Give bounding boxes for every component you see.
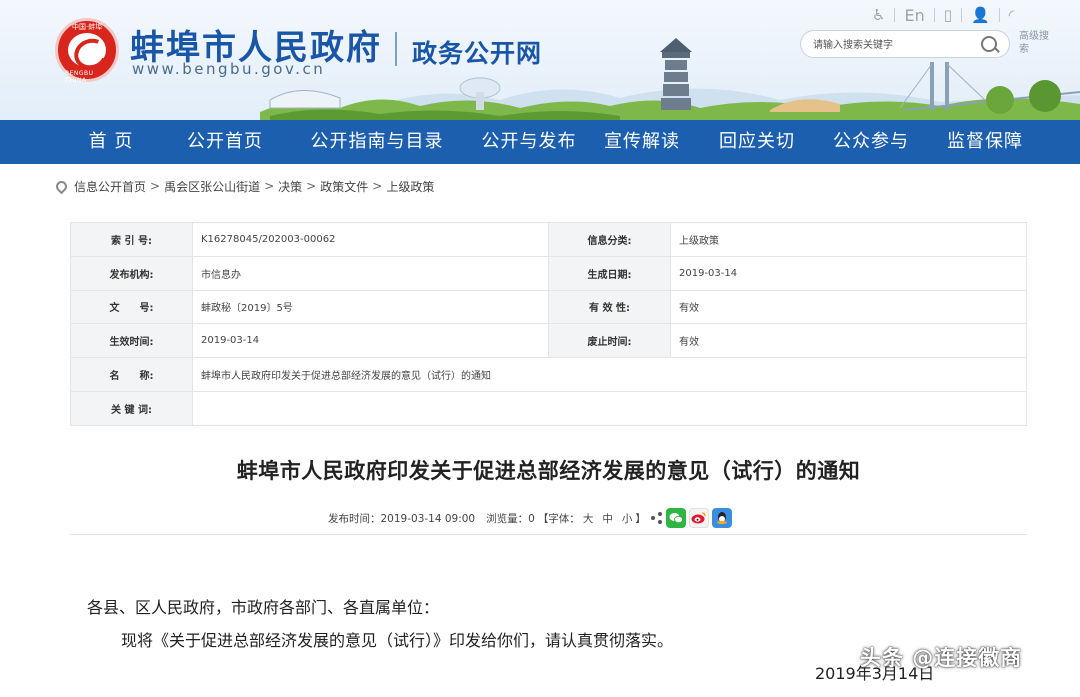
article-meta: 发布时间：2019-03-14 09:00 浏览量：0 【字体： 大 中 小 】 bbox=[328, 507, 735, 529]
article-paragraph: 现将《关于促进总部经济发展的意见（试行）》印发给你们，请认真贯彻落实。 bbox=[121, 631, 674, 650]
tool-separator bbox=[998, 8, 1000, 22]
city-logo[interactable]: 中国·蚌埠 BENGBU CHINA bbox=[55, 18, 119, 84]
table-row: 发布机构: 市信息办 生成日期: 2019-03-14 bbox=[70, 255, 1027, 291]
font-large-button[interactable]: 大 bbox=[583, 511, 594, 526]
nav-item-disclosure-home[interactable]: 公开首页 bbox=[178, 120, 272, 164]
logo-top-text: 中国·蚌埠 bbox=[72, 23, 103, 31]
article-salutation: 各县、区人民政府，市政府各部门、各直属单位： bbox=[87, 598, 440, 617]
header-tools: ♿ En ▯ 👤 ◜ bbox=[872, 4, 1014, 26]
table-row: 文 号: 蚌政秘〔2019〕5号 有 效 性: 有效 bbox=[70, 289, 1027, 325]
advanced-search-link[interactable]: 高级搜索 bbox=[1019, 30, 1049, 56]
search-icon[interactable] bbox=[981, 36, 997, 52]
nav-item-home[interactable]: 首 页 bbox=[78, 120, 144, 164]
tool-separator bbox=[933, 8, 935, 22]
view-count: 浏览量：0 bbox=[486, 512, 535, 525]
article-divider bbox=[70, 534, 1027, 535]
nav-item-interpretation[interactable]: 宣传解读 bbox=[597, 120, 687, 164]
wechat-share-icon[interactable] bbox=[665, 508, 686, 528]
tool-separator bbox=[960, 8, 962, 22]
breadcrumb-item[interactable]: 上级政策 bbox=[386, 178, 434, 195]
breadcrumb-item[interactable]: 禹会区张公山街道 bbox=[164, 178, 260, 195]
site-url: www.bengbu.gov.cn bbox=[132, 60, 326, 78]
publisher-label: 发布机构: bbox=[70, 255, 193, 291]
table-row: 索 引 号: K16278045/202003-00062 信息分类: 上级政策 bbox=[70, 222, 1027, 257]
nav-item-supervision[interactable]: 监督保障 bbox=[940, 120, 1030, 164]
logo-bottom-text: BENGBU CHINA bbox=[65, 70, 94, 84]
site-subtitle[interactable]: 政务公开网 bbox=[412, 34, 542, 70]
breadcrumb: 信息公开首页 > 禹会区张公山街道 > 决策 > 政策文件 > 上级政策 bbox=[53, 176, 434, 196]
index-label: 索 引 号: bbox=[70, 222, 193, 257]
font-size-label-end: 】 bbox=[635, 512, 646, 525]
nav-item-response[interactable]: 回应关切 bbox=[712, 120, 802, 164]
category-value: 上级政策 bbox=[670, 222, 1027, 257]
doc-name-label: 名 称: bbox=[70, 357, 193, 392]
doc-name-value: 蚌埠市人民政府印发关于促进总部经济发展的意见（试行）的通知 bbox=[192, 357, 1027, 392]
generated-date-label: 生成日期: bbox=[548, 255, 671, 291]
language-en-icon[interactable]: En bbox=[904, 5, 924, 25]
main-nav: 首 页 公开首页 公开指南与目录 公开与发布 宣传解读 回应关切 公众参与 监督… bbox=[0, 120, 1080, 164]
validity-value: 有效 bbox=[670, 289, 1027, 325]
breadcrumb-item[interactable]: 决策 bbox=[278, 178, 302, 195]
qq-share-icon[interactable] bbox=[711, 508, 732, 528]
title-divider bbox=[395, 32, 397, 66]
breadcrumb-separator: > bbox=[306, 179, 317, 193]
effective-date-label: 生效时间: bbox=[70, 323, 193, 359]
watermark: 头条 @连接徽商 bbox=[860, 646, 1023, 670]
user-icon[interactable]: 👤 bbox=[971, 5, 990, 25]
doc-number-value: 蚌政秘〔2019〕5号 bbox=[192, 289, 549, 325]
doc-number-label: 文 号: bbox=[70, 289, 193, 325]
font-size-label: 【字体： bbox=[537, 512, 580, 525]
search-box bbox=[800, 30, 1010, 58]
mobile-icon[interactable]: ▯ bbox=[944, 5, 952, 25]
logo-mark-icon bbox=[68, 33, 106, 67]
table-row: 生效时间: 2019-03-14 废止时间: 有效 bbox=[70, 323, 1027, 359]
breadcrumb-separator: > bbox=[264, 179, 275, 193]
breadcrumb-item[interactable]: 政策文件 bbox=[320, 178, 368, 195]
article-title: 蚌埠市人民政府印发关于促进总部经济发展的意见（试行）的通知 bbox=[236, 459, 861, 483]
breadcrumb-separator: > bbox=[372, 179, 383, 193]
site-header: 中国·蚌埠 BENGBU CHINA 蚌埠市人民政府 www.bengbu.go… bbox=[0, 0, 1080, 120]
keywords-value bbox=[192, 390, 1027, 426]
nav-item-participation[interactable]: 公众参与 bbox=[826, 120, 916, 164]
table-row: 关 键 词: bbox=[70, 390, 1027, 426]
table-row: 名 称: 蚌埠市人民政府印发关于促进总部经济发展的意见（试行）的通知 bbox=[70, 357, 1027, 392]
accessibility-icon[interactable]: ♿ bbox=[872, 5, 885, 25]
publisher-value: 市信息办 bbox=[192, 255, 549, 291]
font-small-button[interactable]: 小 bbox=[622, 511, 633, 526]
nav-item-publish[interactable]: 公开与发布 bbox=[476, 120, 582, 164]
breadcrumb-separator: > bbox=[150, 179, 161, 193]
validity-label: 有 效 性: bbox=[548, 289, 671, 325]
breadcrumb-item[interactable]: 信息公开首页 bbox=[74, 178, 146, 195]
nav-item-guide-catalog[interactable]: 公开指南与目录 bbox=[304, 120, 450, 164]
share-icon[interactable] bbox=[650, 512, 663, 524]
document-info-table: 索 引 号: K16278045/202003-00062 信息分类: 上级政策… bbox=[70, 222, 1027, 426]
category-label: 信息分类: bbox=[548, 222, 671, 257]
expiry-date-value: 有效 bbox=[670, 323, 1027, 359]
rss-icon[interactable]: ◜ bbox=[1009, 5, 1015, 25]
tool-separator bbox=[894, 8, 896, 22]
expiry-date-label: 废止时间: bbox=[548, 323, 671, 359]
effective-date-value: 2019-03-14 bbox=[192, 323, 549, 359]
index-value: K16278045/202003-00062 bbox=[192, 222, 549, 257]
font-medium-button[interactable]: 中 bbox=[602, 511, 613, 526]
keywords-label: 关 键 词: bbox=[70, 390, 193, 426]
weibo-share-icon[interactable] bbox=[688, 508, 709, 528]
generated-date-value: 2019-03-14 bbox=[670, 255, 1027, 291]
search-input[interactable] bbox=[813, 36, 973, 54]
location-pin-icon bbox=[53, 178, 70, 194]
publish-time: 发布时间：2019-03-14 09:00 bbox=[328, 512, 476, 525]
